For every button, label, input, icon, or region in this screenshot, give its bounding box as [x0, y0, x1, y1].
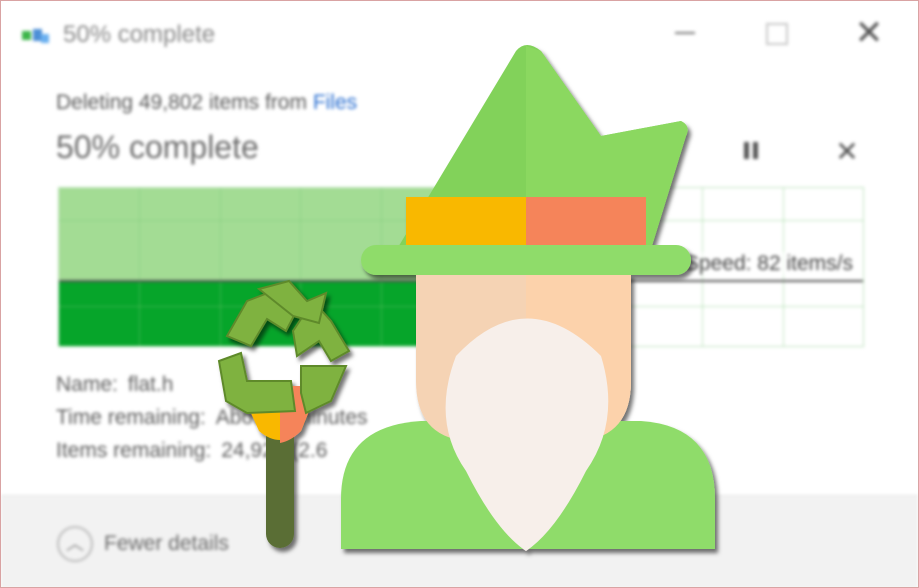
wizard-icon: [341, 45, 715, 551]
file-operation-dialog: 50% complete ✕ Deleting 49,802 items fro…: [0, 0, 919, 588]
recycle-staff-icon: [217, 279, 351, 548]
wizard-illustration: [217, 45, 715, 551]
